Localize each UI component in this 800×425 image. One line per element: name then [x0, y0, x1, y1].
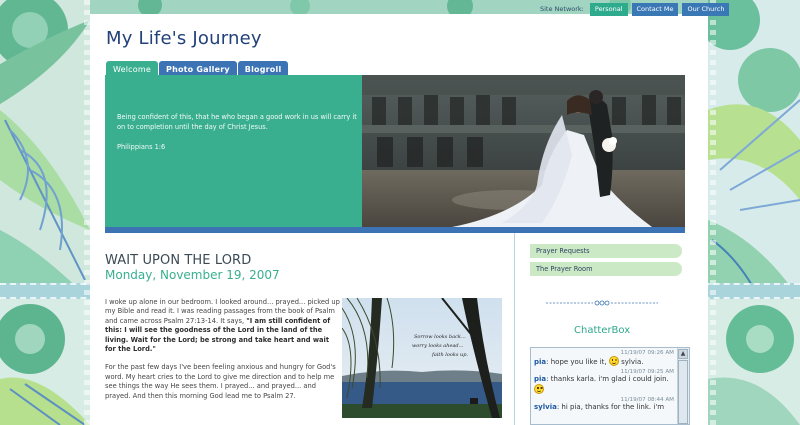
chat-message-text: : thanks karla. i'm glad i could join. — [546, 374, 669, 383]
chatterbox-title: ChatterBox — [574, 325, 631, 336]
header-banner: Being confident of this, that he who beg… — [105, 75, 685, 227]
network-personal-button[interactable]: Personal — [589, 3, 628, 16]
photo-caption-line-1: Sorrow looks back... — [414, 334, 466, 340]
post-paragraph-2: For the past few days I've been feeling … — [105, 363, 336, 400]
post-title[interactable]: WAIT UPON THE LORD — [105, 253, 251, 268]
banner-divider-bar — [105, 227, 685, 233]
scroll-thumb[interactable] — [678, 360, 688, 424]
smiley-icon — [534, 384, 544, 394]
chat-username[interactable]: pia — [534, 375, 546, 383]
photo-caption-line-2: worry looks ahead... — [412, 343, 464, 349]
sidebar-link-prayer-room[interactable]: The Prayer Room — [530, 262, 682, 276]
banner-verse: Being confident of this, that he who beg… — [117, 112, 362, 152]
post-paragraph-1: I woke up alone in our bedroom. I looked… — [105, 298, 340, 354]
chat-username[interactable]: pia — [534, 358, 546, 366]
chat-message: sylvia: hi pia, thanks for the link. i'm — [534, 403, 674, 413]
post-lake-photo: Sorrow looks back... worry looks ahead..… — [342, 298, 502, 418]
chat-message: pia: thanks karla. i'm glad i could join… — [534, 375, 674, 396]
page-container: My Life's Journey Welcome Photo Gallery … — [90, 14, 708, 425]
photo-caption-line-3: faith looks up. — [431, 352, 468, 358]
chatterbox[interactable]: 11/19/07 09:26 AM pia: hope you like it,… — [530, 347, 690, 425]
sidebar-link-prayer-requests[interactable]: Prayer Requests — [530, 244, 682, 258]
site-network-label: Site Network: — [540, 5, 584, 14]
post-date: Monday, November 19, 2007 — [105, 268, 280, 282]
stamp-edge-right — [710, 0, 716, 425]
banner-verse-text: Being confident of this, that he who beg… — [117, 113, 357, 131]
chat-messages: 11/19/07 09:26 AM pia: hope you like it,… — [531, 348, 677, 415]
scroll-up-arrow-icon[interactable]: ▲ — [678, 349, 688, 359]
site-network-bar: Site Network: Personal Contact Me Our Ch… — [540, 3, 730, 16]
network-church-button[interactable]: Our Church — [682, 3, 730, 16]
site-title[interactable]: My Life's Journey — [106, 28, 262, 49]
chat-username[interactable]: sylvia — [534, 403, 557, 411]
chat-message-text: : hi pia, thanks for the link. i'm — [556, 402, 665, 411]
chat-message-text: : hope you like it, — [546, 358, 607, 366]
sidebar-divider — [514, 233, 515, 425]
wedding-photo — [362, 75, 685, 227]
decorative-separator — [546, 300, 658, 306]
post-body: I woke up alone in our bedroom. I looked… — [105, 298, 340, 410]
chat-message: pia: hope you like it, sylvia. — [534, 356, 674, 368]
smiley-icon — [608, 356, 619, 366]
chat-message-text-after: sylvia. — [618, 358, 644, 366]
banner-verse-reference: Philippians 1:6 — [117, 143, 166, 151]
network-contact-button[interactable]: Contact Me — [631, 3, 679, 16]
chat-scrollbar[interactable]: ▲ — [677, 348, 689, 424]
